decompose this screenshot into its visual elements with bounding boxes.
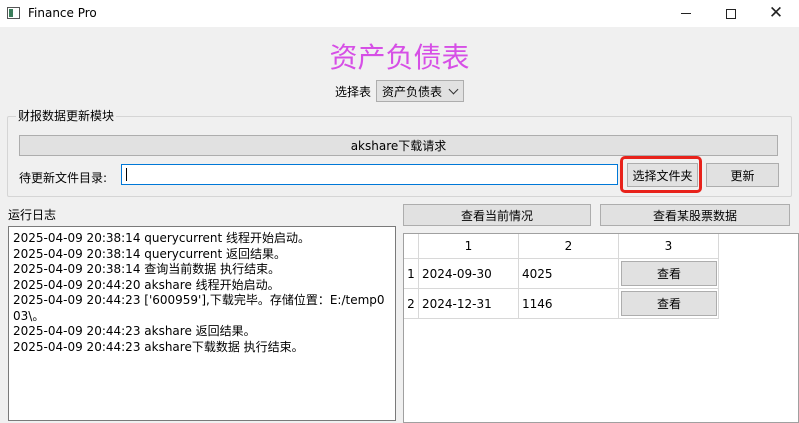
window-title: Finance Pro <box>28 6 97 20</box>
log-line: 2025-04-09 20:38:14 querycurrent 线程开始启动。 <box>13 231 311 245</box>
table-corner <box>404 234 419 259</box>
directory-input[interactable] <box>121 164 618 185</box>
row-view-button[interactable]: 查看 <box>621 291 717 316</box>
close-button[interactable]: ✕ <box>753 0 799 27</box>
table-select-value: 资产负债表 <box>382 85 443 99</box>
column-header[interactable]: 3 <box>619 234 719 259</box>
text-caret <box>126 168 127 181</box>
chevron-down-icon <box>448 84 459 95</box>
results-table: 1 2 3 1 2024-09-30 4025 查看 2 2024-12-31 … <box>403 233 799 423</box>
table-select-label: 选择表 <box>335 85 372 99</box>
row-header[interactable]: 1 <box>404 259 419 289</box>
log-line: 2025-04-09 20:38:14 查询当前数据 执行结束。 <box>13 262 281 276</box>
log-output[interactable]: 2025-04-09 20:38:14 querycurrent 线程开始启动。… <box>8 226 396 421</box>
log-line: 2025-04-09 20:44:20 akshare 线程开始启动。 <box>13 277 280 292</box>
title-bar: Finance Pro ✕ <box>0 0 799 27</box>
update-module-title: 财报数据更新模块 <box>16 107 117 124</box>
update-button[interactable]: 更新 <box>706 163 779 187</box>
highlight-box <box>620 156 702 193</box>
directory-label: 待更新文件目录: <box>19 171 108 185</box>
log-line: 2025-04-09 20:38:14 querycurrent 返回结果。 <box>13 246 287 261</box>
akshare-download-button[interactable]: akshare下载请求 <box>19 135 778 156</box>
table-cell-value[interactable]: 4025 <box>519 259 619 289</box>
log-line: 2025-04-09 20:44:23 ['600959'],下载完毕。存储位置… <box>13 293 385 323</box>
close-icon: ✕ <box>768 3 784 23</box>
app-icon <box>7 7 20 19</box>
table-select[interactable]: 资产负债表 <box>376 80 464 102</box>
log-line: 2025-04-09 20:44:23 akshare 返回结果。 <box>13 324 256 338</box>
row-view-button[interactable]: 查看 <box>621 261 717 286</box>
view-stock-button[interactable]: 查看某股票数据 <box>600 204 790 226</box>
column-header[interactable]: 1 <box>419 234 519 259</box>
minimize-icon <box>681 13 691 14</box>
log-label: 运行日志 <box>8 208 57 222</box>
table-cell-date[interactable]: 2024-09-30 <box>419 259 519 289</box>
minimize-button[interactable] <box>663 0 709 27</box>
log-line: 2025-04-09 20:44:23 akshare下载数据 执行结束。 <box>13 339 304 354</box>
view-current-button[interactable]: 查看当前情况 <box>403 204 591 226</box>
page-title: 资产负债表 <box>329 41 470 74</box>
column-header[interactable]: 2 <box>519 234 619 259</box>
maximize-icon <box>726 8 736 19</box>
table-cell-value[interactable]: 1146 <box>519 289 619 319</box>
maximize-button[interactable] <box>708 0 754 27</box>
table-cell-date[interactable]: 2024-12-31 <box>419 289 519 319</box>
row-header[interactable]: 2 <box>404 289 419 319</box>
